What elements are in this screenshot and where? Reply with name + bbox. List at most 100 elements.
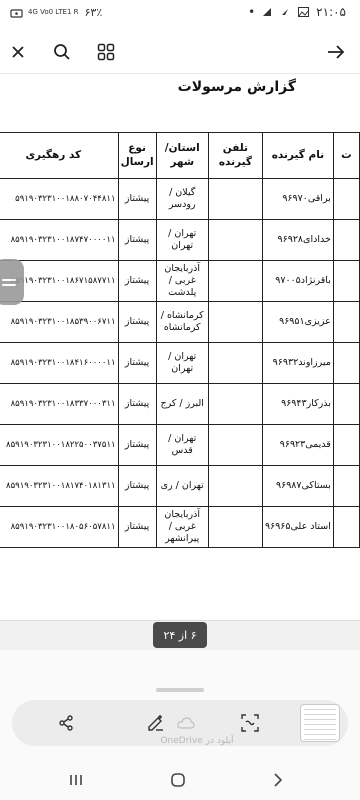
cell-phone bbox=[207, 424, 263, 466]
cell-name: عزیزی۹۶۹۵۱ bbox=[261, 301, 334, 343]
cell-phone bbox=[207, 342, 263, 384]
document-view[interactable]: گزارش مرسولات ت نام گیرنده تلفن گیرنده ا… bbox=[0, 74, 360, 620]
col-header-phone: تلفن گیرنده bbox=[207, 132, 263, 179]
cell-province: آذربایجان غربی / پیرانشهر bbox=[155, 506, 209, 548]
search-icon bbox=[54, 44, 70, 60]
cell-cut bbox=[332, 465, 360, 507]
cell-province: البرز / کرج bbox=[155, 383, 209, 425]
sign-edit-icon bbox=[148, 715, 163, 731]
cell-cut bbox=[332, 219, 360, 261]
cell-phone bbox=[207, 506, 263, 548]
cell-phone bbox=[207, 383, 263, 425]
recent-apps-button[interactable] bbox=[64, 768, 88, 792]
document-thumbnail[interactable] bbox=[300, 704, 340, 742]
cell-cut bbox=[332, 260, 360, 302]
cell-type: پیشتاز bbox=[117, 260, 157, 302]
scan-icon bbox=[241, 714, 259, 732]
table-row: قدیمی۹۶۹۲۳ تهران / قدس پیشتاز ۸۵۹۱۹۰۳۲۳۱… bbox=[0, 424, 360, 466]
cell-name: میرزاوند۹۶۹۳۲ bbox=[261, 342, 334, 384]
table-row: عزیزی۹۶۹۵۱ کرمانشاه / کرمانشاه پیشتاز ۸۵… bbox=[0, 301, 360, 343]
document-title: گزارش مرسولات bbox=[177, 79, 296, 95]
cell-cut bbox=[332, 342, 360, 384]
table-row: خدادای۹۶۹۲۸ تهران / تهران پیشتاز ۸۵۹۱۹۰۳… bbox=[0, 219, 360, 261]
onedrive-upload-button[interactable] bbox=[172, 709, 200, 737]
cell-province: تهران / تهران bbox=[155, 342, 209, 384]
cell-phone bbox=[207, 219, 263, 261]
cell-name: براقی۹۶۹۷۰ bbox=[261, 178, 334, 220]
cell-phone bbox=[207, 301, 263, 343]
cell-province: آذربایجان غربی / پلدشت bbox=[155, 260, 209, 302]
share-button[interactable] bbox=[52, 709, 80, 737]
cell-type: پیشتاز bbox=[117, 178, 157, 220]
back-arrow-icon bbox=[328, 45, 345, 59]
network-label: 4G Vo0 LTE1 R bbox=[28, 8, 79, 16]
col-header-province: استان/ شهر bbox=[155, 132, 209, 179]
pages-grid-button[interactable] bbox=[92, 38, 120, 66]
back-button[interactable] bbox=[322, 38, 350, 66]
clock: ۲۱:۰۵ bbox=[316, 5, 346, 19]
share-icon bbox=[59, 715, 73, 731]
cell-province: تهران / قدس bbox=[155, 424, 209, 466]
close-button[interactable] bbox=[4, 38, 32, 66]
cell-cut bbox=[332, 424, 360, 466]
grid-icon bbox=[97, 43, 115, 61]
status-bar: 4G Vo0 LTE1 R ۶۳٪ • ۲۱:۰۵ bbox=[0, 0, 360, 28]
col-header-name: نام گیرنده bbox=[261, 132, 334, 179]
cell-phone bbox=[207, 465, 263, 507]
cell-type: پیشتاز bbox=[117, 383, 157, 425]
cell-tracking: ۸۵۹۱۹۰۳۲۳۱۰۰۱۸۳۳۷۰۰۰۳۱۱ bbox=[0, 383, 119, 425]
cell-cut bbox=[332, 178, 360, 220]
shipments-table: ت نام گیرنده تلفن گیرنده استان/ شهر نوع … bbox=[0, 132, 360, 548]
onedrive-label: آپلود در OneDrive bbox=[160, 736, 234, 746]
table-row: بستاکی۹۶۹۸۷ تهران / ری پیشتاز ۸۵۹۱۹۰۳۲۳۱… bbox=[0, 465, 360, 507]
bottom-toolbar: آپلود در OneDrive bbox=[12, 700, 348, 746]
cell-name: خدادای۹۶۹۲۸ bbox=[261, 219, 334, 261]
back-icon bbox=[274, 773, 283, 787]
table-row: باقرنژاد۹۷۰۰۵ آذربایجان غربی / پلدشت پیش… bbox=[0, 260, 360, 302]
battery-text: ۶۳٪ bbox=[84, 6, 103, 19]
cell-tracking: ۸۵۹۱۹۰۳۲۳۱۰۰۱۸۷۴۷۰۰۰۰۱۱ bbox=[0, 219, 119, 261]
cell-tracking: ۸۵۹۱۹۰۳۲۳۱۰۰۱۸۲۲۵۰۰۳۷۵۱۱ bbox=[0, 424, 119, 466]
col-header-type: نوع ارسال bbox=[117, 132, 157, 179]
system-back-button[interactable] bbox=[266, 768, 290, 792]
bottom-sheet: آپلود در OneDrive bbox=[0, 650, 360, 760]
signal-icon bbox=[262, 7, 274, 17]
cell-phone bbox=[207, 178, 263, 220]
page-indicator: ۶ از ۲۴ bbox=[153, 622, 207, 648]
cell-name: بذرکار۹۶۹۴۳ bbox=[261, 383, 334, 425]
cell-name: باقرنژاد۹۷۰۰۵ bbox=[261, 260, 334, 302]
recent-apps-icon bbox=[70, 775, 82, 785]
cell-tracking: ۵۹۱۹۰۳۲۳۱۰۰۱۸۸۰۷۰۴۴۸۱۱ bbox=[0, 178, 119, 220]
cell-type: پیشتاز bbox=[117, 342, 157, 384]
handle-line-icon bbox=[2, 283, 16, 286]
cell-tracking: ۸۵۹۱۹۰۳۲۳۱۰۰۱۸۰۵۶۰۵۷۸۱۱ bbox=[0, 506, 119, 548]
status-right: • ۲۱:۰۵ bbox=[248, 5, 346, 19]
close-icon bbox=[12, 46, 24, 58]
cell-name: قدیمی۹۶۹۲۳ bbox=[261, 424, 334, 466]
cell-province: تهران / تهران bbox=[155, 219, 209, 261]
cell-name: استاد علی۹۶۹۶۵ bbox=[261, 506, 334, 548]
side-panel-handle[interactable] bbox=[0, 259, 24, 305]
fill-sign-button[interactable] bbox=[142, 709, 170, 737]
sheet-drag-handle[interactable] bbox=[156, 688, 204, 692]
search-button[interactable] bbox=[48, 38, 76, 66]
table-row: استاد علی۹۶۹۶۵ آذربایجان غربی / پیرانشهر… bbox=[0, 506, 360, 548]
cell-cut bbox=[332, 506, 360, 548]
cell-type: پیشتاز bbox=[117, 424, 157, 466]
cell-tracking: ۸۵۹۱۹۰۳۲۳۱۰۰۱۸۵۳۹۰۰۶۷۱۱ bbox=[0, 301, 119, 343]
table-row: بذرکار۹۶۹۴۳ البرز / کرج پیشتاز ۸۵۹۱۹۰۳۲۳… bbox=[0, 383, 360, 425]
table-header-row: ت نام گیرنده تلفن گیرنده استان/ شهر نوع … bbox=[0, 132, 360, 179]
cell-phone bbox=[207, 260, 263, 302]
cell-type: پیشتاز bbox=[117, 465, 157, 507]
shipments-table-wrap: ت نام گیرنده تلفن گیرنده استان/ شهر نوع … bbox=[0, 132, 360, 548]
cell-type: پیشتاز bbox=[117, 219, 157, 261]
cloud-icon bbox=[177, 717, 195, 729]
cell-province: گیلان / رودسر bbox=[155, 178, 209, 220]
handle-line-icon bbox=[2, 278, 16, 281]
cell-type: پیشتاز bbox=[117, 301, 157, 343]
cell-type: پیشتاز bbox=[117, 506, 157, 548]
home-button[interactable] bbox=[166, 768, 190, 792]
scan-button[interactable] bbox=[236, 709, 264, 737]
more-dots-icon: • bbox=[248, 5, 257, 19]
wifi-icon bbox=[10, 8, 23, 18]
